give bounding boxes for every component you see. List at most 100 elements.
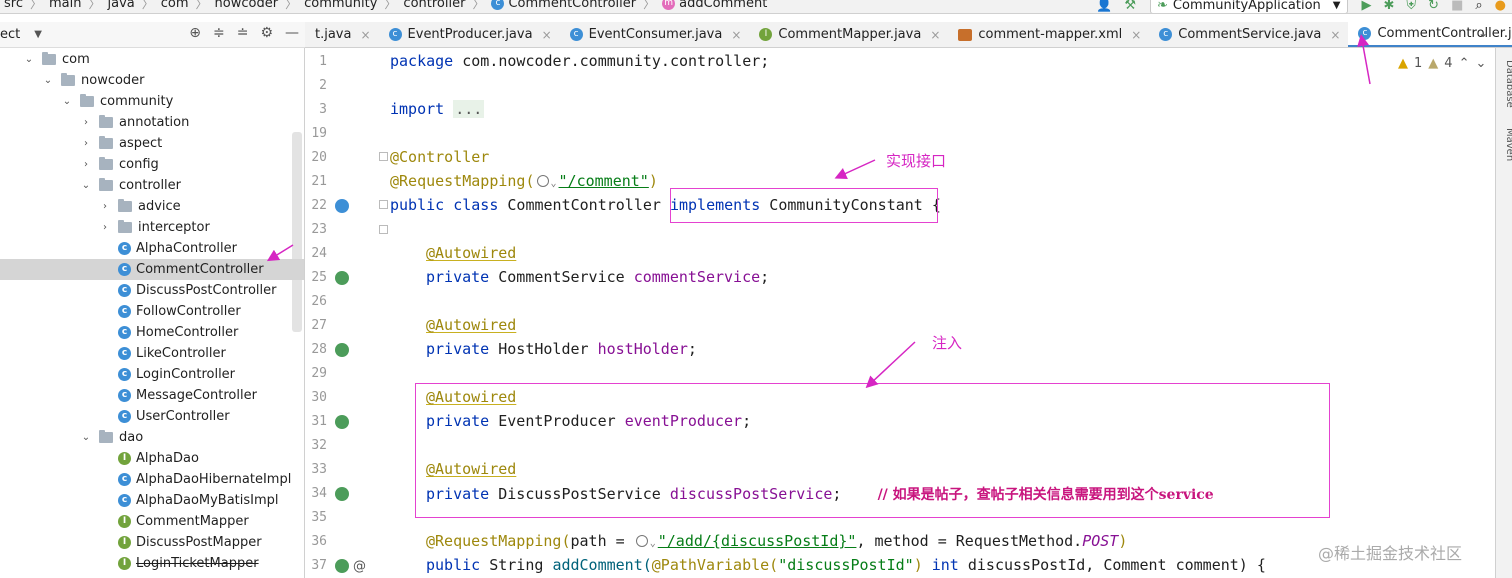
tree-item[interactable]: c AlphaDaoMyBatisImpl (0, 490, 292, 511)
globe-icon[interactable] (635, 535, 648, 547)
chevron-right-icon[interactable]: › (79, 138, 93, 149)
breadcrumb-item[interactable]: c CommentController (491, 0, 636, 11)
bean-gutter-icon[interactable] (335, 415, 349, 429)
tree-item[interactable]: I AlphaDao (0, 448, 292, 469)
breadcrumb-item[interactable]: controller (403, 0, 465, 11)
breadcrumb-item[interactable]: community (304, 0, 377, 11)
line-number: 2 (319, 78, 327, 93)
tree-item[interactable]: c MessageController (0, 385, 292, 406)
highlight-box-implements (670, 188, 938, 223)
tree-item[interactable]: › interceptor (0, 217, 292, 238)
breadcrumb-item[interactable]: com (161, 0, 189, 11)
editor-tab[interactable]: c CommentService.java × (1149, 22, 1348, 47)
tree-item[interactable]: ⌄ nowcoder (0, 70, 292, 91)
folder-icon (80, 94, 94, 107)
tree-item[interactable]: c HomeController (0, 322, 292, 343)
tree-item[interactable]: › config (0, 154, 292, 175)
build-hammer-icon[interactable]: ⚒ (1124, 0, 1136, 13)
editor-tab[interactable]: comment-mapper.xml × (948, 22, 1149, 47)
tree-item[interactable]: c LikeController (0, 343, 292, 364)
gear-icon[interactable]: ⚙ (260, 25, 273, 41)
close-icon[interactable]: × (542, 28, 552, 42)
stop-icon[interactable]: ■ (1451, 0, 1463, 13)
editor-tab[interactable]: I CommentMapper.java × (749, 22, 948, 47)
chevron-down-icon[interactable]: ⌄ (1475, 56, 1486, 71)
tree-item[interactable]: c AlphaDaoHibernateImpl (0, 469, 292, 490)
chevron-right-icon[interactable]: › (79, 117, 93, 128)
search-icon[interactable]: ⌕ (1475, 0, 1482, 13)
code-line-24: @Autowired (426, 244, 517, 262)
close-icon[interactable]: × (1330, 28, 1340, 42)
locate-icon[interactable]: ⊕ (189, 25, 201, 41)
tree-item[interactable]: ⌄ com (0, 49, 292, 70)
close-icon[interactable]: × (360, 28, 370, 42)
class-icon: c (1358, 26, 1372, 40)
breadcrumb-item[interactable]: java (108, 0, 135, 11)
hide-icon[interactable]: — (285, 25, 299, 41)
tree-item[interactable]: I CommentMapper (0, 511, 292, 532)
chevron-down-icon[interactable]: ▼ (34, 29, 42, 40)
editor-tab[interactable]: c EventConsumer.java × (560, 22, 750, 47)
collapse-all-icon[interactable]: ≐ (237, 25, 249, 41)
close-icon[interactable]: × (930, 28, 940, 42)
chevron-down-icon[interactable]: ⌄ (79, 180, 93, 191)
tree-item[interactable]: c FollowController (0, 301, 292, 322)
tree-item[interactable]: c AlphaController (0, 238, 292, 259)
chevron-down-icon[interactable]: ⌄ (60, 96, 74, 107)
update-icon[interactable]: ● (1495, 0, 1506, 13)
chevron-right-icon[interactable]: › (79, 159, 93, 170)
tree-item[interactable]: › aspect (0, 133, 292, 154)
editor-tab[interactable]: t.java × (305, 22, 379, 47)
tree-item[interactable]: ⌄ community (0, 91, 292, 112)
run-icon[interactable]: ▶ (1362, 0, 1372, 13)
chevron-down-icon[interactable]: ⌄ (41, 75, 55, 86)
tree-item[interactable]: › advice (0, 196, 292, 217)
close-icon[interactable]: × (1131, 28, 1141, 42)
breadcrumb-item[interactable]: m addComment (662, 0, 767, 11)
class-icon: c (118, 368, 131, 381)
chevron-up-icon[interactable]: ⌃ (1459, 56, 1470, 71)
chevron-down-icon[interactable]: ⌄ (79, 432, 93, 443)
run-configuration-select[interactable]: ❧ CommunityApplication ▼ (1150, 0, 1348, 13)
editor-tab[interactable]: c EventProducer.java × (379, 22, 560, 47)
bean-gutter-icon[interactable] (335, 343, 349, 357)
expand-all-icon[interactable]: ≑ (213, 25, 225, 41)
tree-item[interactable]: › annotation (0, 112, 292, 133)
tree-item[interactable]: c DiscussPostController (0, 280, 292, 301)
tree-item[interactable]: I DiscussPostMapper (0, 532, 292, 553)
tree-item[interactable]: c LoginController (0, 364, 292, 385)
scrollbar[interactable] (292, 132, 302, 332)
breadcrumb-item[interactable]: src (4, 0, 23, 11)
chevron-right-icon[interactable]: › (98, 222, 112, 233)
globe-icon[interactable] (536, 175, 549, 187)
bean-gutter-icon[interactable] (335, 559, 349, 573)
breadcrumb-item[interactable]: main (49, 0, 81, 11)
database-tab[interactable]: Database (1504, 60, 1512, 108)
close-icon[interactable]: × (731, 28, 741, 42)
inspection-widget[interactable]: ▲ 1 ▲ 4 ⌃ ⌄ (1398, 56, 1486, 71)
fold-marker[interactable] (379, 152, 388, 161)
maven-tab[interactable]: Maven (1504, 128, 1512, 161)
bean-gutter-icon[interactable] (335, 487, 349, 501)
chevron-down-icon[interactable]: ⌄ (1478, 26, 1488, 40)
breadcrumb-label: java (107, 0, 135, 11)
tree-item[interactable]: ⌄ controller (0, 175, 292, 196)
tree-item[interactable]: c UserController (0, 406, 292, 427)
tree-item[interactable]: c CommentController (0, 259, 304, 280)
user-icon[interactable]: 👤 (1096, 0, 1112, 13)
folded-imports[interactable]: ... (453, 100, 485, 118)
fold-marker[interactable] (379, 225, 388, 234)
coverage-icon[interactable]: ⛨ (1406, 0, 1416, 13)
profile-icon[interactable]: ↻ (1428, 0, 1439, 13)
chevron-down-icon[interactable]: ⌄ (22, 54, 36, 65)
tree-item[interactable]: ⌄ dao (0, 427, 292, 448)
tree-item[interactable]: I LoginTicketMapper (0, 553, 292, 574)
breadcrumb-item[interactable]: nowcoder (215, 0, 279, 11)
implementation-gutter-icon[interactable] (335, 199, 349, 213)
line-number: 23 (311, 222, 327, 237)
fold-marker[interactable] (379, 200, 388, 209)
mapping-gutter-icon[interactable]: @ (353, 559, 366, 574)
debug-icon[interactable]: ✱ (1384, 0, 1395, 13)
chevron-right-icon[interactable]: › (98, 201, 112, 212)
bean-gutter-icon[interactable] (335, 271, 349, 285)
